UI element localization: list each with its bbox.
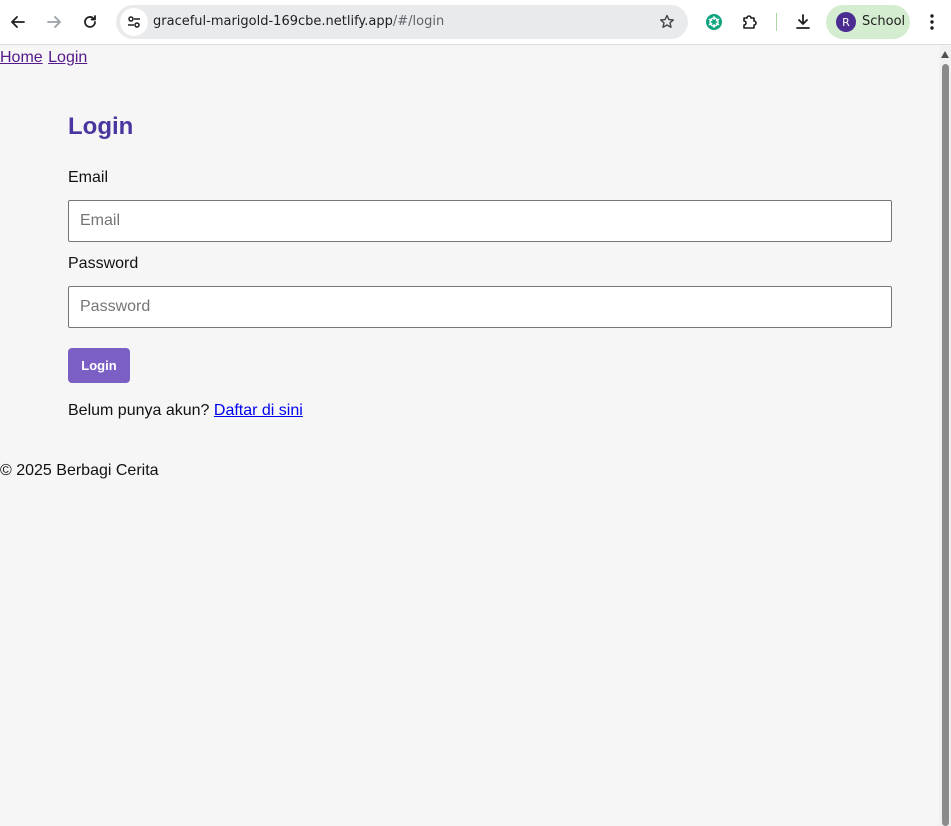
address-bar[interactable]: graceful-marigold-169cbe.netlify.app/#/l… (116, 5, 688, 39)
site-info-button[interactable] (120, 8, 148, 36)
star-icon (660, 14, 674, 28)
scroll-up-arrow-icon[interactable] (941, 51, 949, 58)
profile-button[interactable]: R School (826, 5, 910, 39)
email-field[interactable] (68, 200, 892, 242)
forward-button[interactable] (40, 8, 68, 36)
page-title: Login (68, 113, 134, 140)
register-prompt-text: Belum punya akun? (68, 402, 210, 419)
extensions-button[interactable] (736, 8, 764, 36)
url-text: graceful-marigold-169cbe.netlify.app/#/l… (153, 14, 444, 29)
nav-home-link[interactable]: Home (0, 49, 43, 66)
toolbar-divider (776, 13, 777, 31)
reload-icon (84, 15, 96, 28)
login-button[interactable]: Login (68, 348, 130, 383)
forward-arrow-icon (47, 16, 61, 28)
avatar: R (836, 12, 856, 32)
footer-text: © 2025 Berbagi Cerita (0, 462, 159, 479)
chatgpt-extension-button[interactable] (700, 8, 728, 36)
chatgpt-icon (706, 14, 722, 30)
bookmark-button[interactable] (658, 13, 676, 31)
password-label: Password (68, 255, 139, 272)
back-arrow-icon (11, 16, 25, 28)
url-host: graceful-marigold-169cbe.netlify.app (153, 14, 393, 29)
profile-name: School (862, 14, 906, 29)
scroll-thumb[interactable] (942, 64, 949, 826)
reload-button[interactable] (76, 8, 104, 36)
password-field[interactable] (68, 286, 892, 328)
tune-icon (128, 16, 140, 28)
nav-login-link[interactable]: Login (48, 49, 87, 66)
back-button[interactable] (4, 8, 32, 36)
more-vertical-icon (930, 14, 934, 30)
url-path: /#/login (392, 14, 445, 29)
puzzle-icon (743, 15, 757, 29)
browser-menu-button[interactable] (918, 8, 946, 36)
email-label: Email (68, 169, 109, 186)
downloads-button[interactable] (789, 8, 817, 36)
register-prompt: Belum punya akun? Daftar di sini (68, 402, 303, 420)
page-scrollbar[interactable] (939, 46, 951, 826)
site-nav: Home Login (0, 49, 88, 67)
browser-toolbar: graceful-marigold-169cbe.netlify.app/#/l… (0, 0, 951, 45)
register-link[interactable]: Daftar di sini (214, 402, 303, 419)
download-icon (796, 14, 810, 29)
